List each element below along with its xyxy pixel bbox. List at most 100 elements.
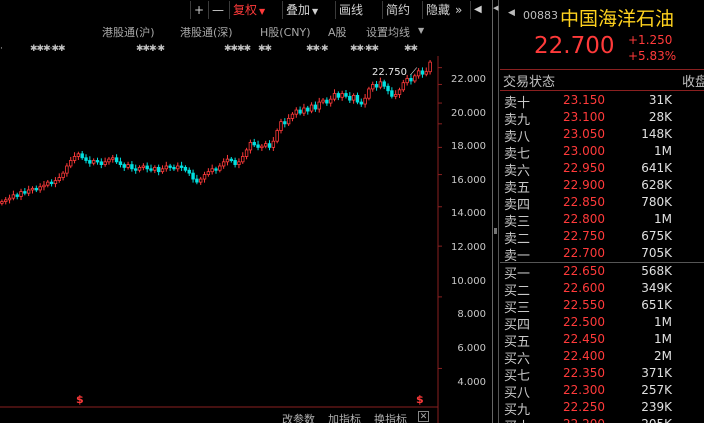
candle-body: [332, 93, 337, 100]
event-marker-dollar-icon[interactable]: $: [76, 393, 84, 406]
candlestick: [275, 128, 279, 144]
level-price: 22.400: [563, 349, 605, 363]
candle-body: [214, 168, 218, 171]
collapse-arrow-icon[interactable]: ◀: [493, 4, 498, 12]
quote-header: ◀ 00883 中国海洋石油 22.700 +1.250 +5.83%: [500, 0, 704, 68]
candlestick: [267, 140, 272, 151]
ask-level-row[interactable]: 卖五 22.900 628K: [500, 177, 704, 196]
level-volume: 705K: [641, 246, 672, 260]
bid-level-row[interactable]: 买四 22.500 1M: [500, 314, 704, 333]
expand-arrow-icon[interactable]: ◀: [508, 8, 515, 18]
level-price: 22.350: [563, 366, 605, 380]
level-volume: 239K: [641, 400, 672, 414]
candle-body: [49, 181, 54, 185]
filter-h-share-cny[interactable]: H股(CNY): [260, 24, 310, 40]
kline-chart-panel[interactable]: + — 复权 ▼ 叠加 ▼ 画线 简约 隐藏 » ◀ 港股通(沪) 港股通(深) H…: [0, 0, 492, 423]
candle-body: [176, 165, 180, 170]
candlestick: [214, 166, 218, 174]
candle-body: [359, 101, 363, 105]
filter-ma-settings[interactable]: 设置均线: [366, 24, 410, 40]
candle-body: [46, 181, 50, 186]
scroll-grip[interactable]: [494, 228, 497, 234]
bid-level-row[interactable]: 买二 22.600 349K: [500, 280, 704, 299]
candlestick: [38, 183, 42, 193]
marker-cluster-icon: ✱✱✱·✱✱: [30, 44, 66, 54]
overlay-dropdown[interactable]: 叠加 ▼: [282, 1, 328, 19]
change-indicator-button[interactable]: 换指标: [374, 411, 407, 423]
ask-level-row[interactable]: 卖八 23.050 148K: [500, 126, 704, 145]
stock-code: 00883: [523, 9, 558, 22]
candlestick: [141, 163, 146, 171]
level-price: 23.100: [563, 110, 605, 124]
bid-level-row[interactable]: 买三 22.550 651K: [500, 297, 704, 316]
ask-level-row[interactable]: 卖四 22.850 780K: [500, 194, 704, 213]
ask-level-row[interactable]: 卖三 22.800 1M: [500, 211, 704, 230]
candlestick: [416, 68, 421, 79]
level-price: 22.550: [563, 298, 605, 312]
event-marker-dollar-icon[interactable]: $: [416, 393, 424, 406]
level-price: 22.750: [563, 229, 605, 243]
candle-body: [416, 70, 421, 77]
bid-level-row[interactable]: 买五 22.450 1M: [500, 331, 704, 350]
close-icon[interactable]: ✕: [418, 411, 429, 422]
candlestick: [309, 102, 314, 114]
dropdown-arrow-icon: ▼: [259, 7, 266, 16]
trade-status-label: 交易状态: [503, 75, 556, 90]
panel-divider-scrollbar[interactable]: ◀: [492, 0, 499, 423]
candlestick: [126, 161, 130, 170]
ask-level-row[interactable]: 卖一 22.700 705K: [500, 245, 704, 264]
filter-a-share[interactable]: A股: [328, 24, 347, 40]
candle-body: [172, 166, 176, 170]
candlestick: [23, 188, 27, 196]
draw-line-button[interactable]: 画线: [335, 1, 375, 19]
bid-level-row[interactable]: 买一 22.650 568K: [500, 263, 704, 282]
zoom-out-button[interactable]: —: [208, 1, 228, 19]
candlestick: [19, 188, 23, 201]
ask-level-row[interactable]: 卖十 23.150 31K: [500, 92, 704, 111]
level-price: 22.300: [563, 383, 605, 397]
candle-body: [206, 171, 211, 175]
candle-body: [91, 160, 96, 164]
price-tick-label: 14.000: [451, 208, 486, 219]
level-volume: 1M: [654, 332, 672, 346]
ask-level-row[interactable]: 卖二 22.750 675K: [500, 228, 704, 247]
candlestick: [351, 93, 356, 104]
level-volume: 641K: [641, 161, 672, 175]
candlestick: [279, 118, 283, 134]
marker-cluster-icon: ✱✱: [404, 44, 418, 54]
candle-body: [371, 84, 375, 90]
ma-settings-arrow-icon[interactable]: ▼: [418, 26, 424, 35]
overlay-label: 叠加: [286, 3, 311, 17]
zoom-in-button[interactable]: +: [190, 1, 208, 19]
bid-level-row[interactable]: 买七 22.350 371K: [500, 365, 704, 384]
candle-body: [183, 166, 188, 171]
candlestick: [42, 181, 46, 191]
candlestick: [91, 158, 96, 166]
candlestick: [313, 101, 318, 112]
candlestick: [114, 154, 119, 164]
candlestick: [80, 151, 84, 160]
level-price: 22.900: [563, 178, 605, 192]
candlestick: [210, 164, 214, 175]
bid-level-row[interactable]: 买九 22.250 239K: [500, 399, 704, 418]
filter-hk-connect-sh[interactable]: 港股通(沪): [102, 24, 155, 40]
filter-hk-connect-sz[interactable]: 港股通(深): [180, 24, 233, 40]
bid-level-row[interactable]: 买八 22.300 257K: [500, 382, 704, 401]
adjust-dropdown[interactable]: 复权 ▼: [229, 1, 279, 19]
bid-level-row[interactable]: 买十 22.200 205K: [500, 416, 704, 423]
candlestick: [348, 92, 352, 103]
simple-mode-button[interactable]: 简约: [382, 1, 422, 19]
ask-level-row[interactable]: 卖六 22.950 641K: [500, 160, 704, 179]
bid-level-row[interactable]: 买六 22.400 2M: [500, 348, 704, 367]
candle-body: [221, 161, 226, 167]
candlestick: [325, 97, 329, 106]
ask-level-row[interactable]: 卖七 23.000 1M: [500, 143, 704, 162]
add-indicator-button[interactable]: 加指标: [328, 411, 361, 423]
candle-body: [229, 158, 233, 162]
edit-params-button[interactable]: 改参数: [282, 411, 315, 423]
candlestick: [229, 157, 233, 163]
candle-body: [0, 201, 4, 204]
ask-level-row[interactable]: 卖九 23.100 28K: [500, 109, 704, 128]
candlestick-plot[interactable]: [0, 0, 492, 423]
candlestick: [263, 140, 268, 149]
